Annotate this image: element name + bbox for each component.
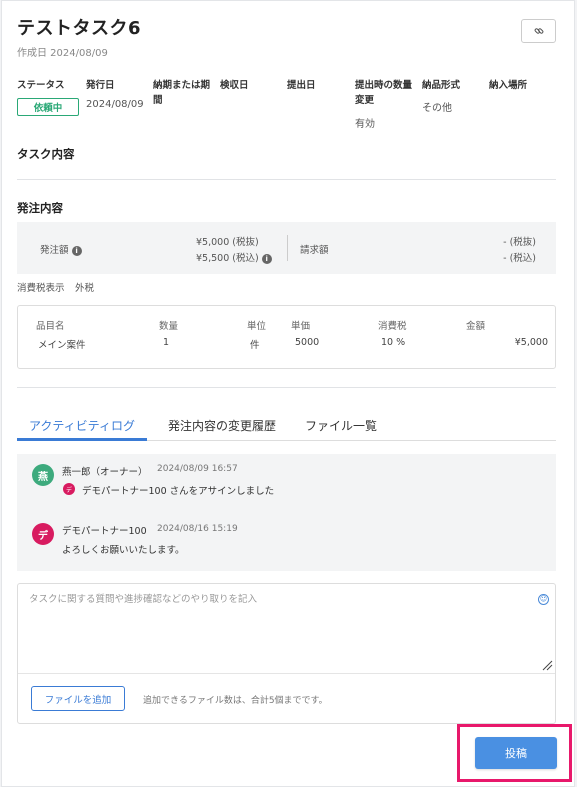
delivery-format-value: その他 (422, 103, 452, 114)
log-time: 2024/08/09 16:57 (157, 464, 238, 474)
tab-file-list[interactable]: ファイル一覧 (305, 417, 377, 434)
table-header: 単位 (247, 321, 267, 332)
avatar: デ (32, 523, 54, 545)
table-cell-amount: ¥5,000 (514, 337, 548, 348)
table-cell-unit: 件 (250, 340, 260, 351)
status-header: ステータス (17, 80, 65, 91)
issue-date-value: 2024/08/09 (86, 99, 144, 110)
qty-change-value: 有効 (355, 119, 375, 130)
submission-date-header: 提出日 (287, 80, 316, 91)
add-file-button[interactable]: ファイルを追加 (31, 686, 125, 711)
table-cell-tax: 10 % (381, 337, 406, 348)
order-amount-incl: ¥5,500 (税込) i (196, 250, 272, 264)
table-cell-price: 5000 (295, 337, 320, 348)
task-content-title: タスク内容 (17, 147, 75, 161)
avatar: 燕 (32, 464, 54, 486)
order-amount-excl: ¥5,000 (税抜) (196, 237, 259, 248)
order-content-title: 発注内容 (17, 201, 63, 215)
info-icon[interactable]: i (71, 245, 82, 256)
log-message: よろしくお願いいたします。 (62, 545, 185, 556)
status-badge: 依頼中 (17, 98, 79, 116)
tab-activity-log[interactable]: アクティビティログ (29, 417, 135, 434)
table-cell-qty: 1 (163, 337, 170, 348)
divider (18, 673, 555, 674)
tab-order-history[interactable]: 発注内容の変更履歴 (168, 417, 276, 434)
created-date: 作成日 2024/08/09 (17, 48, 108, 59)
divider (17, 179, 556, 180)
copy-link-button[interactable] (521, 19, 556, 43)
table-header: 品目名 (36, 321, 65, 332)
amount-separator (287, 235, 288, 261)
active-tab-indicator (17, 438, 147, 441)
log-author: デモパートナー100 (62, 526, 147, 537)
resize-handle-icon[interactable] (541, 659, 553, 671)
comment-input[interactable] (29, 591, 529, 661)
billing-amount-label: 請求額 (300, 245, 329, 256)
task-title: テストタスク6 (17, 18, 142, 39)
table-header: 数量 (159, 321, 179, 332)
info-icon[interactable]: i (261, 253, 272, 264)
emoji-icon[interactable]: ☺ (538, 594, 549, 605)
order-amount-label: 発注額 i (40, 242, 82, 256)
link-icon (534, 28, 543, 34)
log-message: デモパートナー100 さんをアサインしました (82, 486, 275, 497)
inspection-date-header: 検収日 (220, 80, 249, 91)
billing-amount-excl: - (税抜) (503, 237, 536, 248)
divider (17, 387, 556, 388)
issue-date-header: 発行日 (86, 80, 115, 91)
log-time: 2024/08/16 15:19 (157, 524, 238, 534)
table-header: 単価 (291, 321, 311, 332)
table-header: 消費税 (378, 321, 407, 332)
table-header: 金額 (466, 321, 486, 332)
file-limit-note: 追加できるファイル数は、合計5個までです。 (143, 696, 328, 706)
delivery-format-header: 納品形式 (422, 80, 461, 91)
tax-display-label: 消費税表示 (17, 283, 65, 294)
table-cell-item: メイン案件 (38, 340, 86, 351)
avatar: デ (63, 483, 75, 495)
qty-change-header: 提出時の数量 変更 (355, 80, 413, 106)
log-author: 燕一郎（オーナー） (62, 467, 148, 478)
deadline-header: 納期または期 間 (153, 80, 211, 106)
post-button[interactable]: 投稿 (475, 737, 557, 769)
delivery-place-header: 納入場所 (489, 80, 528, 91)
tax-display-value: 外税 (75, 283, 95, 294)
billing-amount-incl: - (税込) (503, 253, 536, 264)
items-table (17, 305, 556, 369)
